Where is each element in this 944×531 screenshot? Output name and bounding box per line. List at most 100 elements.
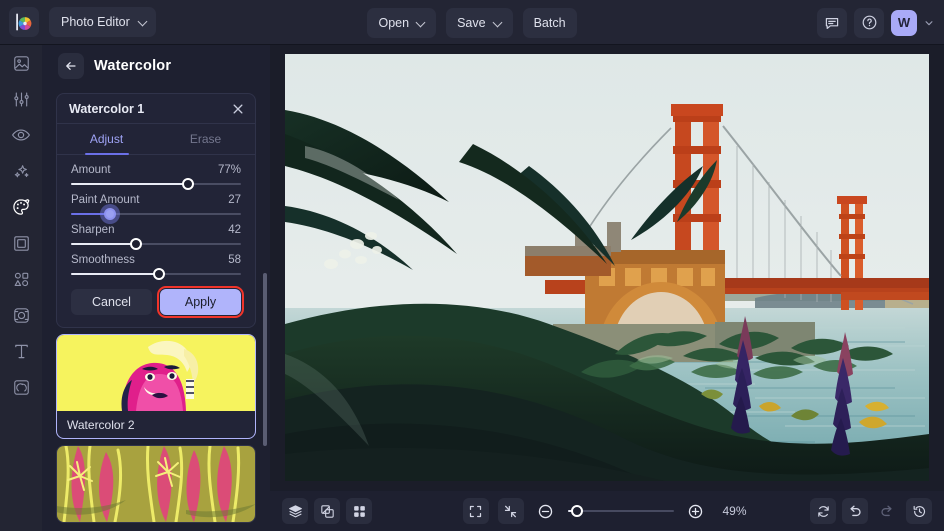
palette-icon (13, 199, 30, 215)
slider-smoothness-track[interactable] (71, 268, 241, 280)
save-button[interactable]: Save (446, 7, 513, 38)
app-logo[interactable] (9, 7, 39, 37)
canvas-area (270, 45, 944, 490)
layers-stack-icon (13, 379, 29, 395)
effect-card-header: Watercolor 1 (57, 94, 255, 124)
zoom-out-button[interactable] (533, 498, 559, 524)
layers-stack-icon (288, 504, 302, 517)
apply-button[interactable]: Apply (157, 286, 244, 318)
tab-adjust[interactable]: Adjust (57, 124, 156, 154)
sidebar-item-shapes[interactable] (0, 261, 42, 297)
batch-button[interactable]: Batch (522, 7, 577, 38)
grid-button[interactable] (346, 498, 372, 524)
collapse-arrows-icon (504, 505, 517, 517)
history-button[interactable] (906, 498, 932, 524)
sidebar-item-frame[interactable] (0, 225, 42, 261)
slider-sharpen-label: Sharpen (71, 224, 115, 236)
refresh-icon (817, 505, 829, 517)
slider-paint-amount-track[interactable] (71, 208, 241, 220)
sidebar-item-artistic[interactable] (0, 189, 42, 225)
arrow-left-icon (66, 62, 76, 70)
batch-button-label: Batch (533, 15, 566, 30)
preset-floral[interactable] (56, 445, 256, 523)
slider-sharpen: Sharpen 42 (71, 224, 241, 250)
save-button-label: Save (457, 15, 486, 30)
avatar-initial: W (897, 15, 911, 30)
zoom-slider-thumb[interactable] (571, 505, 584, 517)
sidebar-item-image[interactable] (0, 45, 42, 81)
redo-button[interactable] (874, 498, 900, 524)
eye-icon (11, 129, 31, 141)
bottom-toolbar: 49% (270, 490, 944, 531)
image-icon (13, 55, 29, 71)
back-button[interactable] (58, 53, 84, 79)
effect-card: Watercolor 1 Adjust Erase Amount 77% Pai… (56, 93, 256, 328)
feedback-button[interactable] (817, 7, 847, 38)
avatar[interactable]: W (891, 9, 917, 36)
canvas-image[interactable] (285, 54, 929, 481)
slider-sharpen-thumb[interactable] (129, 238, 142, 250)
chevron-down-icon (417, 19, 425, 27)
slider-sharpen-track[interactable] (71, 238, 241, 250)
open-button-label: Open (378, 15, 410, 30)
minus-circle-icon (538, 504, 553, 518)
tool-panel: Watercolor Watercolor 1 Adjust Erase Amo… (42, 45, 270, 531)
grid-four-icon (353, 505, 365, 517)
redo-arrow-icon (881, 505, 892, 517)
help-button[interactable] (854, 7, 884, 38)
sidebar-item-adjust[interactable] (0, 81, 42, 117)
compare-split-icon (320, 504, 334, 518)
effect-actions: Cancel Apply (57, 286, 255, 327)
slider-paint-amount-value: 27 (228, 194, 241, 206)
photo-editor-window: Photo Editor Open Save Batch W Watercolo… (0, 0, 944, 531)
portrait-pop-art-thumbnail-icon (57, 335, 255, 411)
slider-sharpen-value: 42 (228, 224, 241, 236)
focus-icon (13, 307, 29, 323)
compare-button[interactable] (314, 498, 340, 524)
bottom-right-tools (810, 498, 932, 524)
actual-size-button[interactable] (497, 498, 524, 524)
slider-amount-thumb[interactable] (182, 178, 195, 190)
slider-smoothness-thumb[interactable] (153, 268, 166, 280)
app-mode-menu[interactable]: Photo Editor (49, 7, 156, 37)
sidebar-item-layers[interactable] (0, 369, 42, 405)
slider-group: Amount 77% Paint Amount 27 Sharpen 42 Sm… (57, 155, 255, 287)
tool-rail (0, 45, 42, 531)
undo-arrow-icon (850, 505, 861, 517)
sidebar-item-retouch[interactable] (0, 117, 42, 153)
account-menu-button[interactable] (924, 18, 936, 28)
app-header: Photo Editor Open Save Batch W (0, 0, 944, 45)
slider-amount-track[interactable] (71, 178, 241, 190)
cancel-button[interactable]: Cancel (71, 289, 152, 315)
sidebar-item-text[interactable] (0, 333, 42, 369)
reset-button[interactable] (810, 498, 836, 524)
slider-amount: Amount 77% (71, 164, 241, 190)
page-title: Watercolor (94, 58, 172, 74)
panel-scrollbar[interactable] (263, 273, 267, 446)
fit-to-screen-button[interactable] (462, 498, 489, 524)
slider-paint-amount-label: Paint Amount (71, 194, 140, 206)
tab-erase[interactable]: Erase (156, 124, 255, 154)
close-effect-button[interactable] (231, 102, 245, 116)
slider-amount-label: Amount (71, 164, 111, 176)
sidebar-item-focus[interactable] (0, 297, 42, 333)
close-icon (233, 103, 243, 114)
shapes-icon (14, 272, 28, 286)
zoom-slider[interactable] (567, 505, 674, 517)
plus-circle-icon (688, 504, 703, 518)
preset-thumbnail (57, 446, 255, 522)
question-circle-icon (862, 15, 876, 30)
colorwheel-logo-icon (16, 13, 32, 31)
slider-smoothness-value: 58 (228, 254, 241, 266)
chevron-down-icon (925, 20, 933, 25)
layers-button[interactable] (282, 498, 308, 524)
preset-name: Watercolor 2 (67, 417, 135, 432)
zoom-in-button[interactable] (683, 498, 709, 524)
effect-tabs: Adjust Erase (57, 124, 255, 155)
preset-watercolor-2[interactable]: Watercolor 2 (56, 334, 256, 439)
slider-paint-amount-thumb[interactable] (104, 208, 117, 220)
open-button[interactable]: Open (367, 7, 437, 38)
bottom-left-tools (282, 498, 372, 524)
undo-button[interactable] (842, 498, 868, 524)
sidebar-item-effects[interactable] (0, 153, 42, 189)
